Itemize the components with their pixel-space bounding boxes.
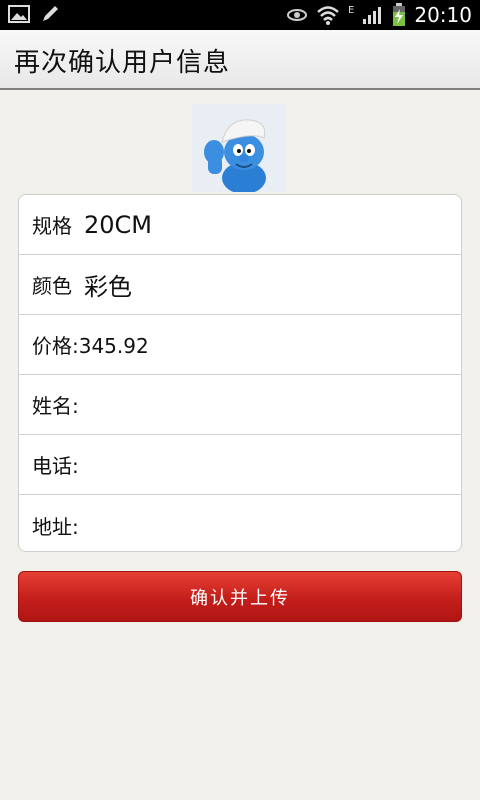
name-label: 姓名: [32,394,79,418]
battery-charging-icon [392,3,406,27]
status-bar: E 20:10 [0,0,480,30]
color-label: 颜色 [32,274,72,298]
product-image [192,104,286,192]
title-bar: 再次确认用户信息 [0,30,480,90]
address-label: 地址: [32,514,79,539]
pencil-icon [40,4,60,24]
status-indicators: E 20:10 [286,2,472,28]
color-row: 颜色 彩色 [19,255,461,315]
phone-input[interactable] [78,445,455,484]
price-text: 价格:345.92 [32,334,149,358]
address-input[interactable] [78,506,455,544]
name-input[interactable] [78,385,455,424]
smurf-illustration [192,104,286,192]
phone-row: 电话: [19,435,461,495]
spec-row: 规格 20CM [19,195,461,255]
status-time: 20:10 [414,3,472,27]
eye-icon [286,7,308,23]
address-row: 地址: [19,495,461,551]
phone-label: 电话: [32,454,79,478]
name-row: 姓名: [19,375,461,435]
confirm-upload-button[interactable]: 确认并上传 [18,571,462,622]
network-type-label: E [348,4,355,16]
spec-value: 20CM [84,210,153,239]
order-info-card: 规格 20CM 颜色 彩色 价格:345.92 姓名: 电话: 地址: [18,194,462,552]
status-notifications [8,4,60,24]
image-icon [8,4,30,24]
signal-icon [362,5,384,25]
wifi-icon [316,4,340,26]
color-value: 彩色 [84,273,132,301]
price-row: 价格:345.92 [19,315,461,375]
page-title: 再次确认用户信息 [14,48,231,78]
spec-label: 规格 [32,214,72,238]
